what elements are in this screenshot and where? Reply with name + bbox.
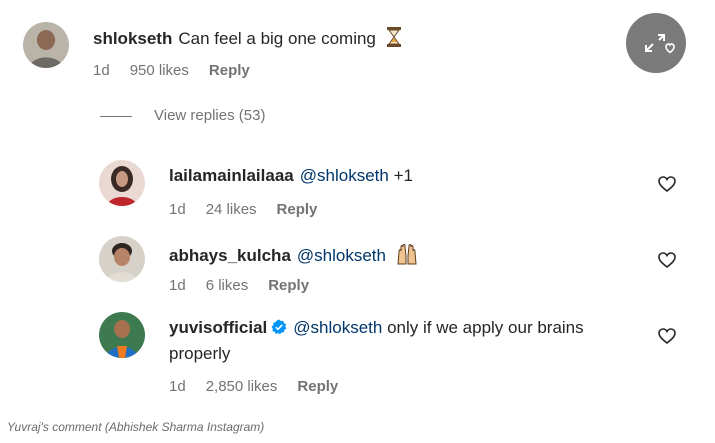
reply-age: 1d [169,378,186,395]
avatar-lailamainlailaaa[interactable] [99,160,145,206]
reply-text-continued: properly [169,344,231,363]
comment-text-line: shlokseth Can feel a big one coming [93,27,401,52]
view-replies-label: View replies (53) [154,107,266,124]
likes-count[interactable]: 2,850 likes [206,378,278,395]
username[interactable]: lailamainlailaaa [169,166,294,185]
reply-yuvisofficial: yuvisofficial @shlokseth only if we appl… [0,302,715,402]
heart-icon[interactable] [658,327,676,345]
comment-meta: 1d 950 likes Reply [93,62,270,79]
username[interactable]: shlokseth [93,29,172,48]
reply-text-line: yuvisofficial @shlokseth only if we appl… [169,318,584,340]
likes-count[interactable]: 24 likes [206,201,257,218]
reply-button[interactable]: Reply [268,277,309,294]
reply-meta: 1d 2,850 likes Reply [169,378,358,395]
heart-icon[interactable] [658,251,676,269]
reply-text: +1 [393,166,413,185]
mention-link[interactable]: @shlokseth [297,246,386,265]
comment-age: 1d [93,62,110,79]
avatar-shlokseth[interactable] [23,22,69,68]
reply-text-line: abhays_kulcha @shlokseth [169,243,417,270]
reply-button[interactable]: Reply [209,62,250,79]
reply-age: 1d [169,277,186,294]
reply-button[interactable]: Reply [297,378,338,395]
reply-meta: 1d 6 likes Reply [169,277,329,294]
reply-meta: 1d 24 likes Reply [169,201,337,218]
comment-text: Can feel a big one coming [178,28,376,48]
reply-abhays_kulcha: abhays_kulcha @shlokseth 1d 6 likes Reply [0,226,715,306]
mention-link[interactable]: @shlokseth [300,166,389,185]
mention-link[interactable]: @shlokseth [293,318,382,337]
reply-button[interactable]: Reply [277,201,318,218]
hourglass-icon [386,27,401,52]
expand-icon [645,34,675,54]
image-caption: Yuvraj's comment (Abhishek Sharma Instag… [7,420,265,434]
verified-badge-icon [271,319,287,340]
likes-count[interactable]: 6 likes [206,277,249,294]
reply-text-line-2: properly [169,344,230,364]
heart-icon[interactable] [658,175,676,193]
expand-button[interactable] [626,13,686,73]
username[interactable]: abhays_kulcha [169,246,291,265]
avatar-abhays_kulcha[interactable] [99,236,145,282]
replies-divider [100,115,132,117]
reply-age: 1d [169,201,186,218]
comment-shlokseth: shlokseth Can feel a big one coming 1d 950… [0,0,715,90]
reply-lailamainlailaaa: lailamainlailaaa @shlokseth +1 1d 24 likes… [0,150,715,230]
likes-count[interactable]: 950 likes [130,62,189,79]
view-replies-link[interactable]: View replies (53) [100,107,265,124]
reply-text-line: lailamainlailaaa @shlokseth +1 [169,166,413,186]
username[interactable]: yuvisofficial [169,318,267,337]
reply-text: only if we apply our brains [387,318,584,337]
avatar-yuvisofficial[interactable] [99,312,145,358]
raised-hands-icon [397,243,417,270]
